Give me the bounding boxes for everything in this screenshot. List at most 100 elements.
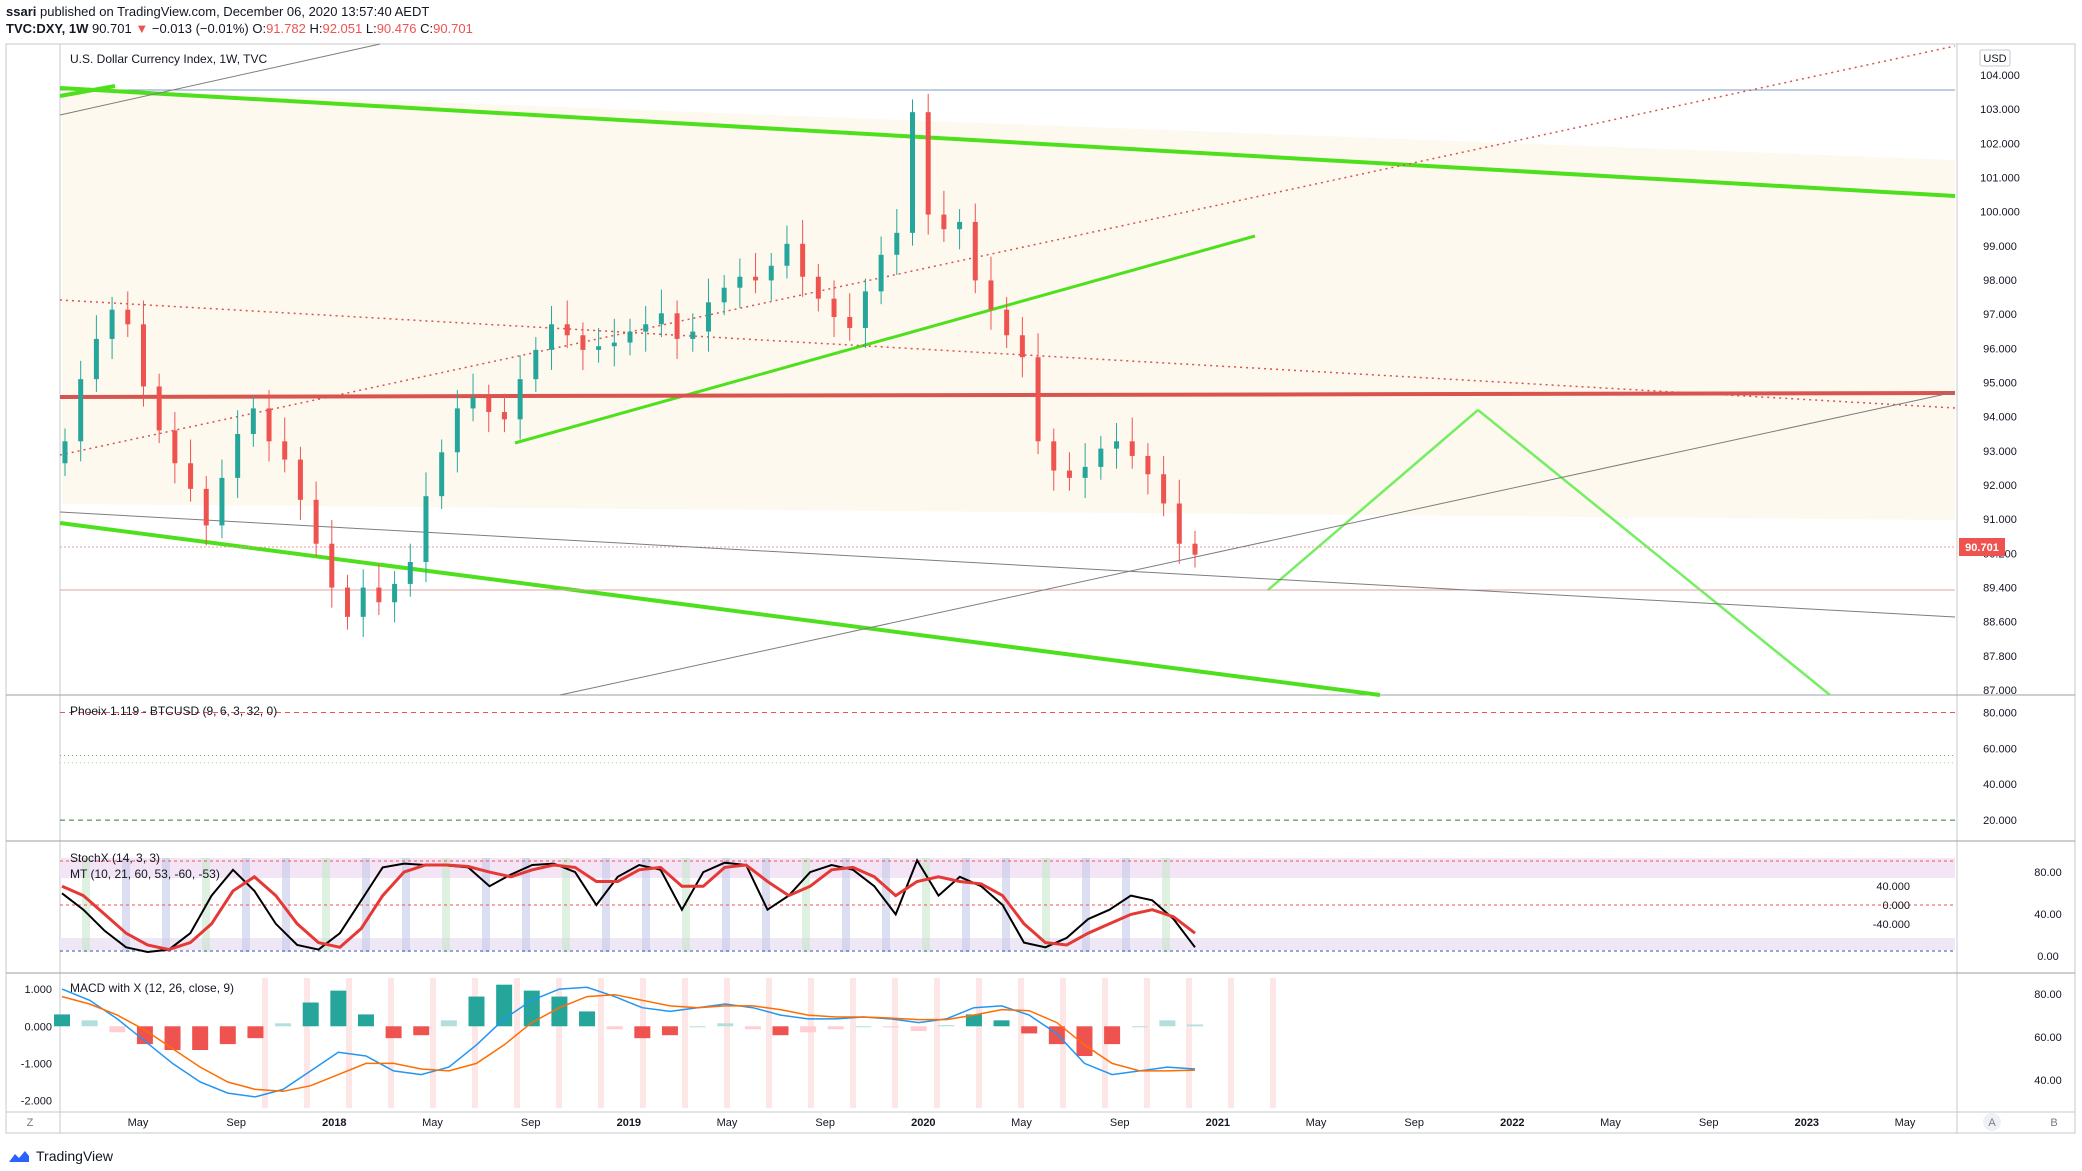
phoeix-tick-label: 40.000	[1983, 779, 2017, 791]
macd-histogram-bar	[1159, 1020, 1176, 1027]
stoch-pane[interactable]: 40.000 0.000 -40.000 80.00 40.00 0.00	[60, 858, 2062, 963]
last-price-badge-text: 90.701	[1965, 542, 1999, 554]
macd-signal-column	[1270, 978, 1276, 1108]
time-tick-label: May	[1895, 1117, 1916, 1129]
candle-body	[454, 408, 460, 453]
candle-body	[93, 338, 99, 380]
macd-histogram-bar	[1104, 1026, 1121, 1045]
macd-histogram-bar	[247, 1026, 264, 1039]
candle-body	[627, 331, 633, 343]
price-tick-label: 102.000	[1980, 138, 2020, 150]
time-tick-label: Sep	[521, 1117, 541, 1129]
time-tick-label: 2021	[1206, 1117, 1230, 1129]
candle-body	[1066, 470, 1072, 478]
candle-body	[972, 221, 978, 281]
stoch-title: StochX (14, 3, 3)	[70, 851, 160, 865]
macd-histogram-bar	[938, 1025, 955, 1027]
candle-body	[439, 452, 445, 497]
candle-body	[423, 496, 429, 562]
time-tick-label: 2019	[617, 1117, 641, 1129]
macd-tick-left: -1.000	[21, 1058, 52, 1070]
macd-histogram-bar	[579, 1011, 596, 1027]
macd-histogram-bar	[717, 1023, 734, 1027]
macd-histogram-bar	[1131, 1026, 1148, 1028]
macd-histogram-bar	[440, 1020, 457, 1027]
price-tick-label: 98.000	[1983, 275, 2017, 287]
macd-histogram-bar	[413, 1026, 430, 1036]
time-tick-label: 2018	[322, 1117, 346, 1129]
stoch-tick-right: 0.00	[2037, 951, 2058, 963]
candle-body	[250, 408, 256, 434]
macd-histogram-bar	[1187, 1024, 1203, 1027]
stoch-tick-right: 80.00	[2034, 867, 2062, 879]
chart-canvas[interactable]: U.S. Dollar Currency Index, 1W, TVC USD …	[0, 0, 2082, 1171]
macd-title: MACD with X (12, 26, close, 9)	[70, 981, 234, 995]
mt-title: MT (10, 21, 60, 53, -60, -53)	[70, 867, 220, 881]
price-axis[interactable]: 104.000 103.000 102.000 101.000 100.000 99.00…	[1980, 70, 2020, 697]
candle-body	[988, 280, 994, 310]
candle-body	[1129, 441, 1135, 456]
candle-body	[486, 397, 492, 413]
settings-button-b[interactable]: B	[2050, 1117, 2057, 1129]
macd-signal-column	[1186, 978, 1192, 1108]
macd-histogram-bar	[275, 1023, 292, 1027]
time-tick-label: May	[422, 1117, 443, 1129]
macd-signal-column	[346, 978, 352, 1108]
macd-signal-column	[808, 978, 814, 1108]
candle-body	[329, 543, 335, 588]
macd-signal-column	[262, 978, 268, 1108]
price-tick-label: 100.000	[1980, 207, 2020, 219]
candle-body	[1004, 309, 1010, 336]
phoeix-title: Phoeix 1.119 - BTCUSD (9, 6, 3, 32, 0)	[70, 704, 277, 718]
tradingview-cloud-icon	[9, 1151, 29, 1162]
candle-body	[1098, 448, 1104, 467]
candle-body	[1161, 474, 1167, 504]
candle-body	[297, 459, 303, 500]
zoom-button-z[interactable]: Z	[27, 1117, 34, 1129]
candle-body	[501, 412, 507, 420]
macd-histogram-bar	[192, 1026, 209, 1051]
candle-body	[203, 488, 209, 526]
candle-body	[674, 313, 680, 339]
macd-histogram-bar	[523, 990, 540, 1027]
macd-histogram-bar	[330, 990, 347, 1027]
candle-body	[266, 408, 272, 442]
candle-body	[847, 316, 853, 328]
candle-body	[360, 587, 366, 617]
candle-body	[517, 379, 523, 420]
macd-signal-column	[304, 978, 310, 1108]
macd-tick-left: 0.000	[24, 1021, 52, 1033]
macd-signal-column	[766, 978, 772, 1108]
macd-histogram-bar	[855, 1026, 872, 1028]
candle-body	[376, 587, 382, 603]
macd-histogram-bar	[164, 1026, 181, 1051]
macd-histogram-bar	[800, 1026, 817, 1033]
candle-body	[235, 434, 241, 478]
brand-name: TradingView	[36, 1148, 114, 1164]
time-axis[interactable]: May Sep 2018 May Sep 2019 May Sep 2020 May Sep 2021…	[128, 1117, 1916, 1129]
macd-pane[interactable]: 1.000 0.000 -1.000 -2.000 80.00 60.00 40.00	[21, 978, 2062, 1108]
candle-body	[1114, 441, 1120, 449]
candle-body	[894, 232, 900, 255]
candle-body	[1176, 503, 1182, 544]
macd-histogram-bar	[772, 1026, 789, 1036]
candle-body	[125, 309, 131, 325]
macd-histogram-bar	[468, 996, 485, 1027]
phoeix-pane[interactable]: 80.000 60.000 40.000 20.000	[60, 708, 2017, 828]
macd-tick-right: 60.00	[2034, 1032, 2062, 1044]
phoeix-tick-label: 20.000	[1983, 815, 2017, 827]
price-tick-label: 103.000	[1980, 104, 2020, 116]
candle-body	[109, 309, 115, 339]
auto-scale-label: A	[1988, 1117, 1996, 1129]
macd-signal-column	[514, 978, 520, 1108]
candle-body	[957, 221, 963, 230]
candle-body	[407, 562, 413, 584]
time-tick-label: Sep	[226, 1117, 246, 1129]
candle-body	[172, 430, 178, 464]
candle-body	[643, 324, 649, 332]
price-tick-label: 99.000	[1983, 241, 2017, 253]
candle-body	[1051, 441, 1057, 471]
candle-body	[800, 243, 806, 277]
tradingview-logo: TradingView	[6, 1148, 113, 1164]
time-tick-label: May	[1011, 1117, 1032, 1129]
